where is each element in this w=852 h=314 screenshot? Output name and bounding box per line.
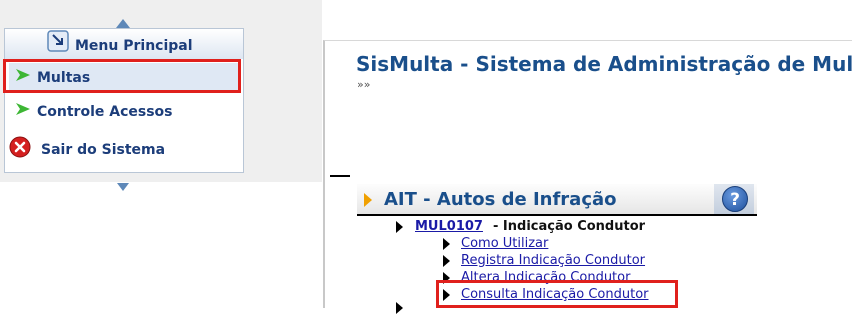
menu-item-label: Controle Acessos bbox=[37, 104, 173, 120]
section-header: AIT - Autos de Infração ? bbox=[357, 184, 757, 216]
link-como-utilizar[interactable]: Como Utilizar bbox=[461, 236, 548, 251]
module-code-link[interactable]: MUL0107 bbox=[415, 219, 483, 234]
menu-header: Menu Principal bbox=[5, 29, 243, 59]
help-icon: ? bbox=[722, 186, 748, 212]
menu-title: Menu Principal bbox=[75, 38, 193, 54]
link-registra-indicacao[interactable]: Registra Indicação Condutor bbox=[461, 253, 645, 268]
module-name: - Indicação Condutor bbox=[493, 219, 646, 234]
menu-shortcut-icon bbox=[47, 30, 69, 52]
page-title: SisMulta - Sistema de Administração de M… bbox=[356, 52, 852, 76]
menu-item-label: Sair do Sistema bbox=[41, 142, 166, 158]
highlight-box-multas bbox=[3, 59, 241, 93]
triangle-right-icon bbox=[396, 302, 403, 314]
help-button[interactable]: ? bbox=[714, 184, 754, 214]
triangle-right-icon bbox=[443, 238, 450, 250]
highlight-box-consulta bbox=[436, 280, 678, 308]
caret-right-icon bbox=[364, 193, 372, 207]
scroll-up-icon[interactable] bbox=[116, 19, 130, 28]
left-menu-pane: Menu Principal Multas Controle Acessos S… bbox=[0, 0, 322, 308]
green-arrow-icon bbox=[16, 103, 30, 115]
breadcrumb: »» bbox=[357, 78, 371, 91]
triangle-right-icon bbox=[396, 221, 403, 233]
menu-item-sair-do-sistema[interactable]: Sair do Sistema bbox=[9, 133, 241, 163]
section-title: AIT - Autos de Infração bbox=[384, 189, 617, 210]
red-x-circle-icon bbox=[9, 136, 31, 158]
triangle-right-icon bbox=[443, 255, 450, 267]
menu-item-controle-acessos[interactable]: Controle Acessos bbox=[9, 97, 241, 127]
divider bbox=[330, 175, 350, 177]
main-menu: Menu Principal Multas Controle Acessos S… bbox=[4, 28, 244, 173]
scroll-down-icon[interactable] bbox=[117, 183, 129, 191]
